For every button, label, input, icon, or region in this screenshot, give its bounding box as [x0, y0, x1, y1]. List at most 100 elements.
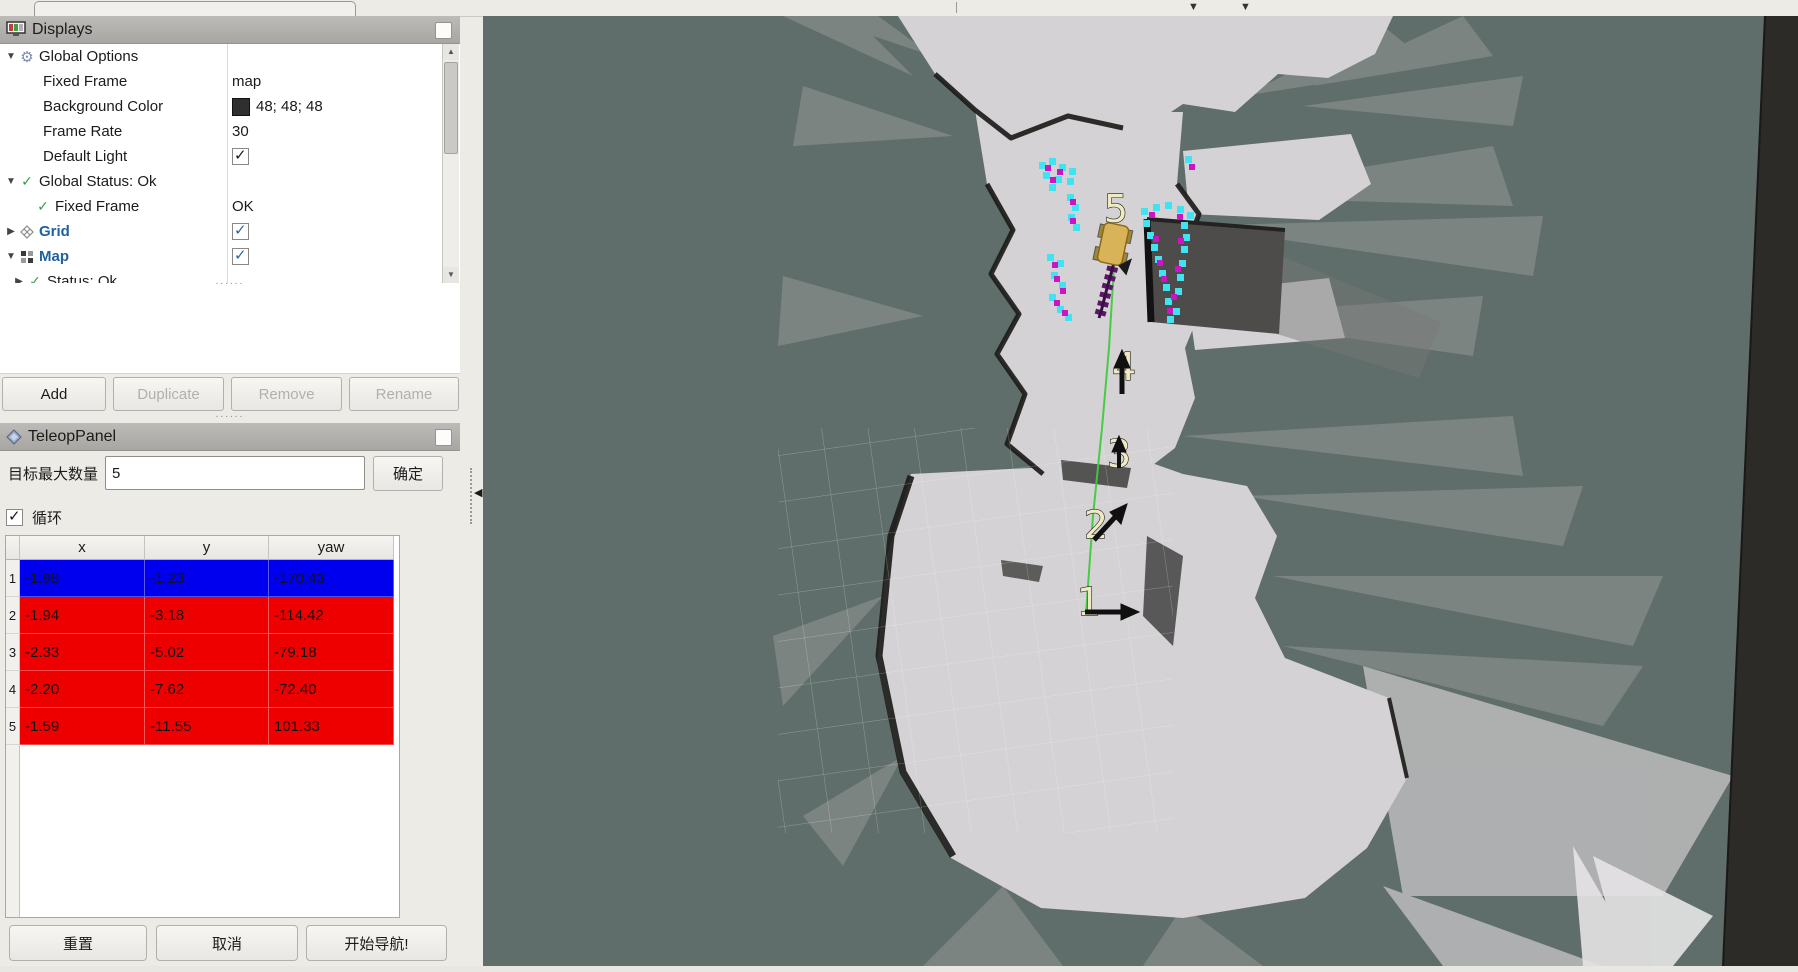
max-goals-label: 目标最大数量 — [8, 463, 98, 484]
tree-row-default-light[interactable]: Default Light ✓ — [0, 144, 460, 169]
row-label: Map — [39, 248, 69, 265]
toolbar-tab[interactable] — [34, 1, 356, 17]
collapse-left-icon[interactable]: ◀ — [474, 486, 482, 499]
column-header-x[interactable]: x — [20, 536, 145, 560]
reset-button[interactable]: 重置 — [9, 925, 147, 961]
tree-row-background-color[interactable]: Background Color 48; 48; 48 — [0, 94, 460, 119]
row-header[interactable]: 2 — [6, 597, 20, 634]
table-cell-y[interactable]: -11.55 — [145, 708, 269, 745]
row-label: Background Color — [43, 98, 163, 115]
grid-checkbox[interactable]: ✓ — [232, 223, 249, 240]
table-cell-yaw[interactable]: -114.42 — [269, 597, 394, 634]
add-button[interactable]: Add — [2, 377, 106, 411]
expander-icon[interactable]: ▼ — [4, 251, 18, 262]
displays-panel-header[interactable]: Displays — [0, 16, 460, 44]
row-header-strip — [6, 745, 20, 917]
displays-monitor-icon — [6, 21, 26, 38]
status-ok-icon: ✓ — [18, 173, 36, 190]
row-label: Frame Rate — [43, 123, 122, 140]
color-swatch[interactable] — [232, 98, 250, 116]
panel-splitter[interactable]: ◀ — [468, 468, 482, 528]
displays-tree: ▼ ⚙ Global Options Fixed Frame map Backg… — [0, 44, 460, 284]
chevron-down-icon[interactable]: ▼ — [1240, 0, 1251, 14]
displays-button-row: Add Duplicate Remove Rename — [2, 377, 460, 411]
tree-row-global-options[interactable]: ▼ ⚙ Global Options — [0, 44, 460, 69]
map-checkbox[interactable]: ✓ — [232, 248, 249, 265]
table-cell-yaw[interactable]: -79.18 — [269, 634, 394, 671]
column-header-y[interactable]: y — [145, 536, 269, 560]
tree-row-global-status[interactable]: ▼ ✓ Global Status: Ok — [0, 169, 460, 194]
start-navigation-button[interactable]: 开始导航! — [306, 925, 447, 961]
row-label: Fixed Frame — [55, 198, 139, 215]
teleop-diamond-icon — [6, 429, 22, 445]
row-label: Global Status: Ok — [39, 173, 157, 190]
cancel-button[interactable]: 取消 — [156, 925, 298, 961]
row-value[interactable]: map — [232, 73, 261, 90]
row-value[interactable]: 48; 48; 48 — [256, 98, 323, 115]
table-cell-x[interactable]: -1.98 — [20, 560, 145, 597]
rename-button[interactable]: Rename — [349, 377, 459, 411]
row-label: Fixed Frame — [43, 73, 127, 90]
row-header[interactable]: 1 — [6, 560, 20, 597]
panel-title: Displays — [32, 21, 92, 39]
tree-row-frame-rate[interactable]: Frame Rate 30 — [0, 119, 460, 144]
table-cell-x[interactable]: -1.94 — [20, 597, 145, 634]
expander-icon[interactable]: ▶ — [4, 226, 18, 237]
window-bottom-edge — [0, 966, 1798, 972]
rviz-window: ▼ ▼ Displays ▼ ⚙ Global Options — [0, 0, 1798, 972]
tree-row-map[interactable]: ▼ Map ✓ — [0, 244, 460, 269]
row-value[interactable]: 30 — [232, 123, 249, 140]
chevron-down-icon[interactable]: ▼ — [1188, 0, 1199, 14]
tree-row-fixed-frame-status[interactable]: ✓ Fixed Frame OK — [0, 194, 460, 219]
table-cell-y[interactable]: -7.62 — [145, 671, 269, 708]
table-cell-x[interactable]: -2.33 — [20, 634, 145, 671]
table-cell-y[interactable]: -5.02 — [145, 634, 269, 671]
tree-column-divider — [227, 44, 228, 283]
expander-icon[interactable]: ▼ — [4, 176, 18, 187]
occupancy-map: 5 4 3 2 1 — [483, 16, 1798, 966]
waypoint-number-1[interactable]: 1 — [1077, 580, 1101, 624]
expander-icon[interactable]: ▼ — [4, 51, 18, 62]
confirm-button[interactable]: 确定 — [373, 456, 443, 491]
waypoint-number-5[interactable]: 5 — [1104, 187, 1128, 231]
gear-icon: ⚙ — [18, 48, 36, 66]
column-header-yaw[interactable]: yaw — [269, 536, 394, 560]
panel-title: TeleopPanel — [28, 428, 116, 446]
table-cell-y[interactable]: -3.18 — [145, 597, 269, 634]
duplicate-button[interactable]: Duplicate — [113, 377, 224, 411]
default-light-checkbox[interactable]: ✓ — [232, 148, 249, 165]
3d-viewport[interactable]: 5 4 3 2 1 — [483, 16, 1798, 966]
row-header[interactable]: 5 — [6, 708, 20, 745]
panel-float-button[interactable] — [435, 22, 452, 39]
row-header[interactable]: 4 — [6, 671, 20, 708]
row-label: Global Options — [39, 48, 138, 65]
tree-row-fixed-frame[interactable]: Fixed Frame map — [0, 69, 460, 94]
teleop-panel-header[interactable]: TeleopPanel — [0, 423, 460, 451]
splitter-handle[interactable]: ...... — [0, 279, 460, 285]
table-cell-yaw[interactable]: 101.33 — [269, 708, 394, 745]
row-header[interactable]: 3 — [6, 634, 20, 671]
splitter-handle[interactable]: ...... — [0, 412, 460, 418]
toolbar-separator — [956, 2, 957, 13]
row-label: Default Light — [43, 148, 127, 165]
status-ok-icon: ✓ — [34, 198, 52, 215]
grid-display-icon — [18, 225, 36, 239]
tree-scrollbar[interactable]: ▲ ▼ — [442, 44, 459, 283]
table-cell-yaw[interactable]: -72.40 — [269, 671, 394, 708]
scrollbar-thumb[interactable] — [444, 62, 458, 154]
panel-float-button[interactable] — [435, 429, 452, 446]
table-corner — [6, 536, 20, 560]
table-cell-x[interactable]: -1.59 — [20, 708, 145, 745]
table-cell-y[interactable]: -1.23 — [145, 560, 269, 597]
loop-checkbox[interactable]: ✓ — [6, 509, 23, 526]
table-cell-yaw[interactable]: -170.43 — [269, 560, 394, 597]
table-cell-x[interactable]: -2.20 — [20, 671, 145, 708]
max-goals-input[interactable] — [105, 456, 365, 490]
waypoint-table: x y yaw 1 -1.98 -1.23 -170.43 2 -1.94 -3… — [5, 535, 400, 918]
remove-button[interactable]: Remove — [231, 377, 342, 411]
scroll-up-icon[interactable]: ▲ — [443, 44, 459, 60]
displays-panel: Displays ▼ ⚙ Global Options Fixed Frame … — [0, 16, 460, 418]
tree-row-grid[interactable]: ▶ Grid ✓ — [0, 219, 460, 244]
top-toolbar: ▼ ▼ — [0, 0, 1798, 17]
splitter-dots — [470, 468, 473, 524]
